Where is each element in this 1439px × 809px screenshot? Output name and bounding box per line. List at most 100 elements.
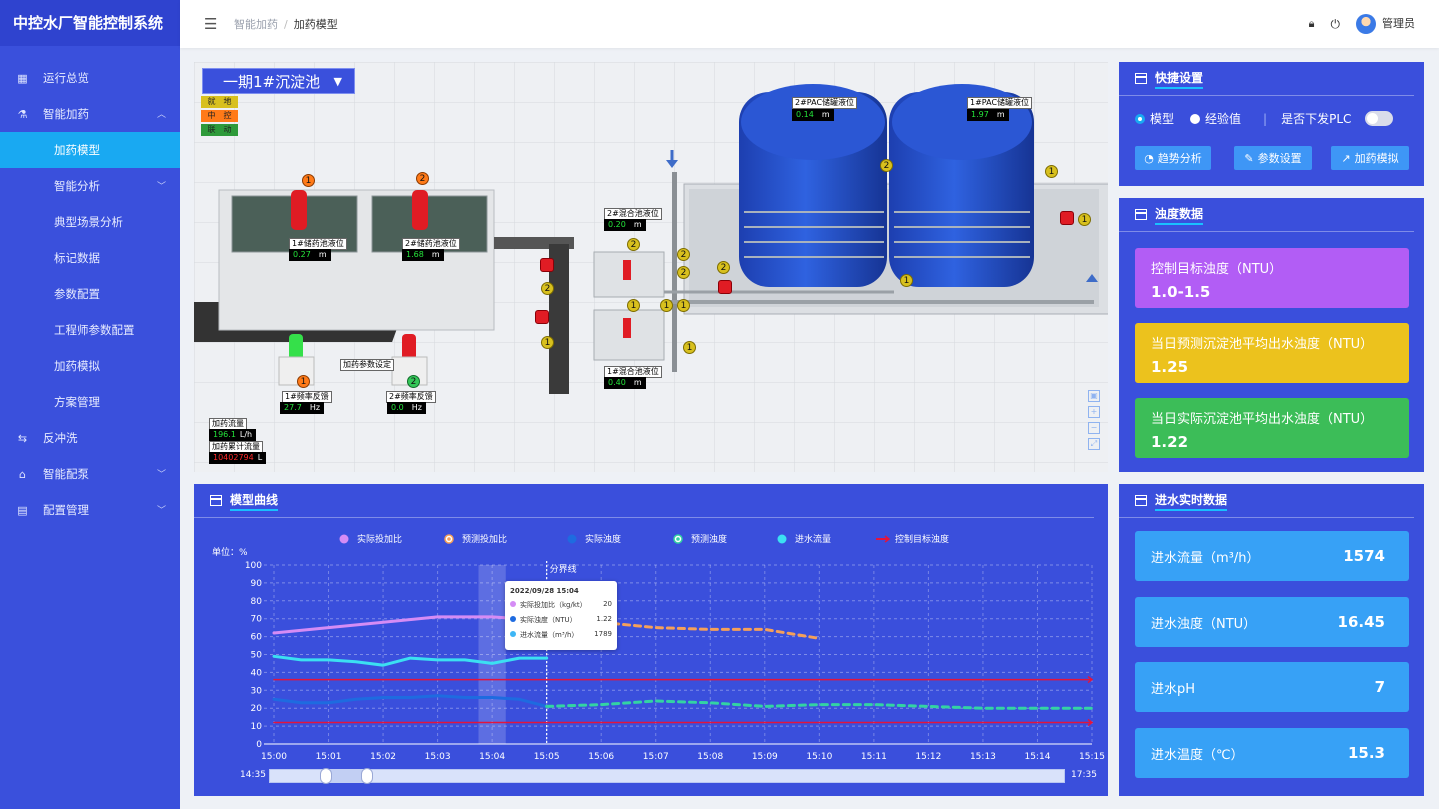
x-tick-label: 15:07	[643, 752, 669, 762]
x-tick-label: 15:00	[261, 752, 287, 762]
panel-title-text: 模型曲线	[230, 491, 279, 511]
value-text: 0.0	[391, 403, 404, 412]
zoom-in-icon[interactable]: +	[1088, 406, 1100, 418]
indicator-badge: 1	[627, 299, 640, 312]
legend-label: 实际投加比	[357, 533, 402, 545]
sidebar-item-label: 标记数据	[54, 251, 100, 265]
scene-graphic	[194, 62, 1108, 472]
trend-analysis-button[interactable]: ◔ 趋势分析	[1135, 146, 1211, 170]
slider-track[interactable]	[269, 769, 1065, 783]
mode-central: 中 控	[201, 110, 238, 122]
value-text: 0.14	[796, 110, 814, 119]
tooltip-value: 20	[603, 600, 612, 608]
fullscreen-icon[interactable]: ⤢	[1088, 438, 1100, 450]
breadcrumb-item[interactable]: 智能加药	[234, 18, 278, 31]
sidebar-item-param-config[interactable]: 参数配置	[0, 276, 180, 312]
sidebar-item-engineer-config[interactable]: 工程师参数配置	[0, 312, 180, 348]
pac1-level-value: 1.97 m	[967, 109, 1009, 121]
card-value: 1574	[1343, 547, 1385, 565]
sidebar-menu: ▦ 运行总览 ⚗ 智能加药 ︿ 加药模型 智能分析 ﹀ 典型场景分析 标记数据 参数配置…	[0, 46, 180, 528]
sidebar-item-mark-data[interactable]: 标记数据	[0, 240, 180, 276]
header-actions: 🔒︎ ⏻ 管理员	[1309, 14, 1415, 34]
toggle-knob	[1367, 113, 1379, 124]
backwash-icon: ⇆	[17, 431, 28, 445]
total-flow-value: 10402794 L	[209, 452, 267, 464]
user-menu[interactable]: 管理员	[1356, 14, 1415, 34]
sidebar-item-plan-mgmt[interactable]: 方案管理	[0, 384, 180, 420]
unit-text: Hz	[411, 403, 422, 412]
plc-toggle[interactable]	[1365, 111, 1394, 126]
value-text: 196.1	[213, 430, 236, 439]
radio-model[interactable]: 模型	[1135, 110, 1174, 127]
pump[interactable]	[535, 310, 549, 324]
x-tick-label: 15:15	[1079, 752, 1105, 762]
y-tick-label: 40	[251, 668, 263, 678]
breadcrumb-current: 加药模型	[293, 18, 338, 31]
y-tick-label: 60	[251, 633, 263, 643]
panel-icon	[1135, 209, 1147, 220]
value-text: 1.97	[971, 110, 989, 119]
unit-text: m	[633, 378, 642, 387]
pump[interactable]	[718, 280, 732, 294]
tooltip-label: 实际浊度（NTU）	[520, 616, 577, 624]
sidebar-item-label: 方案管理	[54, 395, 100, 409]
sidebar-item-pump[interactable]: ⌂ 智能配泵 ﹀	[0, 456, 180, 492]
sidebar-item-label: 加药模型	[54, 143, 100, 157]
lock-icon[interactable]: 🔒︎	[1309, 17, 1315, 31]
radio-unchecked-icon	[1190, 113, 1201, 124]
legend-label: 预测投加比	[462, 533, 507, 545]
x-tick-label: 15:03	[425, 752, 451, 762]
indicator-badge: 2	[880, 159, 893, 172]
chart-tooltip: 2022/09/28 15:04 实际投加比（kg/kt） 20 实际浊度（NTU…	[505, 581, 617, 650]
dosing-sim-button[interactable]: ↗ 加药模拟	[1331, 146, 1409, 170]
unit-text: L/h	[239, 430, 253, 439]
y-tick-label: 80	[251, 597, 263, 607]
pump[interactable]	[1060, 211, 1074, 225]
indicator-badge: 2	[541, 282, 554, 295]
power-icon[interactable]: ⏻	[1331, 17, 1341, 32]
screenshot-icon[interactable]: ▣	[1088, 390, 1100, 402]
panel-title: 进水实时数据	[1119, 484, 1414, 518]
y-axis-label: 单位：%	[212, 546, 248, 558]
menu-toggle-icon[interactable]: ☰	[204, 15, 220, 33]
indicator-badge: 2	[416, 172, 429, 185]
breadcrumb: 智能加药 / 加药模型	[234, 18, 338, 31]
sidebar-item-overview[interactable]: ▦ 运行总览	[0, 60, 180, 96]
slider-start-label: 14:35	[240, 770, 266, 780]
freq1-value: 27.7 Hz	[280, 402, 325, 414]
panel-title: 浊度数据	[1119, 198, 1414, 232]
slider-handle-left[interactable]	[320, 768, 332, 784]
param-settings-button[interactable]: ✎ 参数设置	[1234, 146, 1312, 170]
zoom-out-icon[interactable]: −	[1088, 422, 1100, 434]
sidebar-item-dosing-model[interactable]: 加药模型	[0, 132, 180, 168]
sidebar-item-backwash[interactable]: ⇆ 反冲洗	[0, 420, 180, 456]
tank2-level-value: 1.68 m	[402, 249, 444, 261]
sidebar-item-scene-analysis[interactable]: 典型场景分析	[0, 204, 180, 240]
pump[interactable]	[540, 258, 554, 272]
radio-experience[interactable]: 经验值	[1190, 110, 1241, 127]
value-text: 10402794	[213, 453, 254, 462]
unit-text: m	[996, 110, 1005, 119]
sidebar-item-dosing-sim[interactable]: 加药模拟	[0, 348, 180, 384]
panel-title-text: 进水实时数据	[1155, 491, 1228, 511]
slider-handle-right[interactable]	[361, 768, 373, 784]
x-tick-label: 15:12	[915, 752, 941, 762]
sidebar-item-config-mgmt[interactable]: ▤ 配置管理 ﹀	[0, 492, 180, 528]
indicator-badge: 1	[1078, 213, 1091, 226]
sidebar-item-dosing[interactable]: ⚗ 智能加药 ︿	[0, 96, 180, 132]
mode-indicators: 就 地 中 控 联 动	[201, 96, 238, 136]
y-tick-label: 0	[256, 740, 262, 750]
avatar	[1356, 14, 1376, 34]
legend-marker	[567, 534, 577, 544]
sidebar-item-smart-analysis[interactable]: 智能分析 ﹀	[0, 168, 180, 204]
x-tick-label: 15:05	[534, 752, 560, 762]
indicator-badge: 1	[302, 174, 315, 187]
divider-label: 分界线	[550, 563, 577, 575]
value-text: 27.7	[284, 403, 302, 412]
target-turbidity-card: 控制目标浊度（NTU） 1.0-1.5	[1135, 248, 1409, 308]
tank-selector[interactable]: 一期1#沉淀池 ▼	[202, 68, 355, 94]
button-label: 参数设置	[1257, 152, 1302, 165]
card-label: 进水温度（℃）	[1151, 747, 1244, 763]
dose-param-button[interactable]: 加药参数设定	[340, 359, 394, 371]
process-scene: 一期1#沉淀池 ▼ 就 地 中 控 联 动 1#储药池液位 0.27 m 2#储药池…	[194, 62, 1108, 472]
